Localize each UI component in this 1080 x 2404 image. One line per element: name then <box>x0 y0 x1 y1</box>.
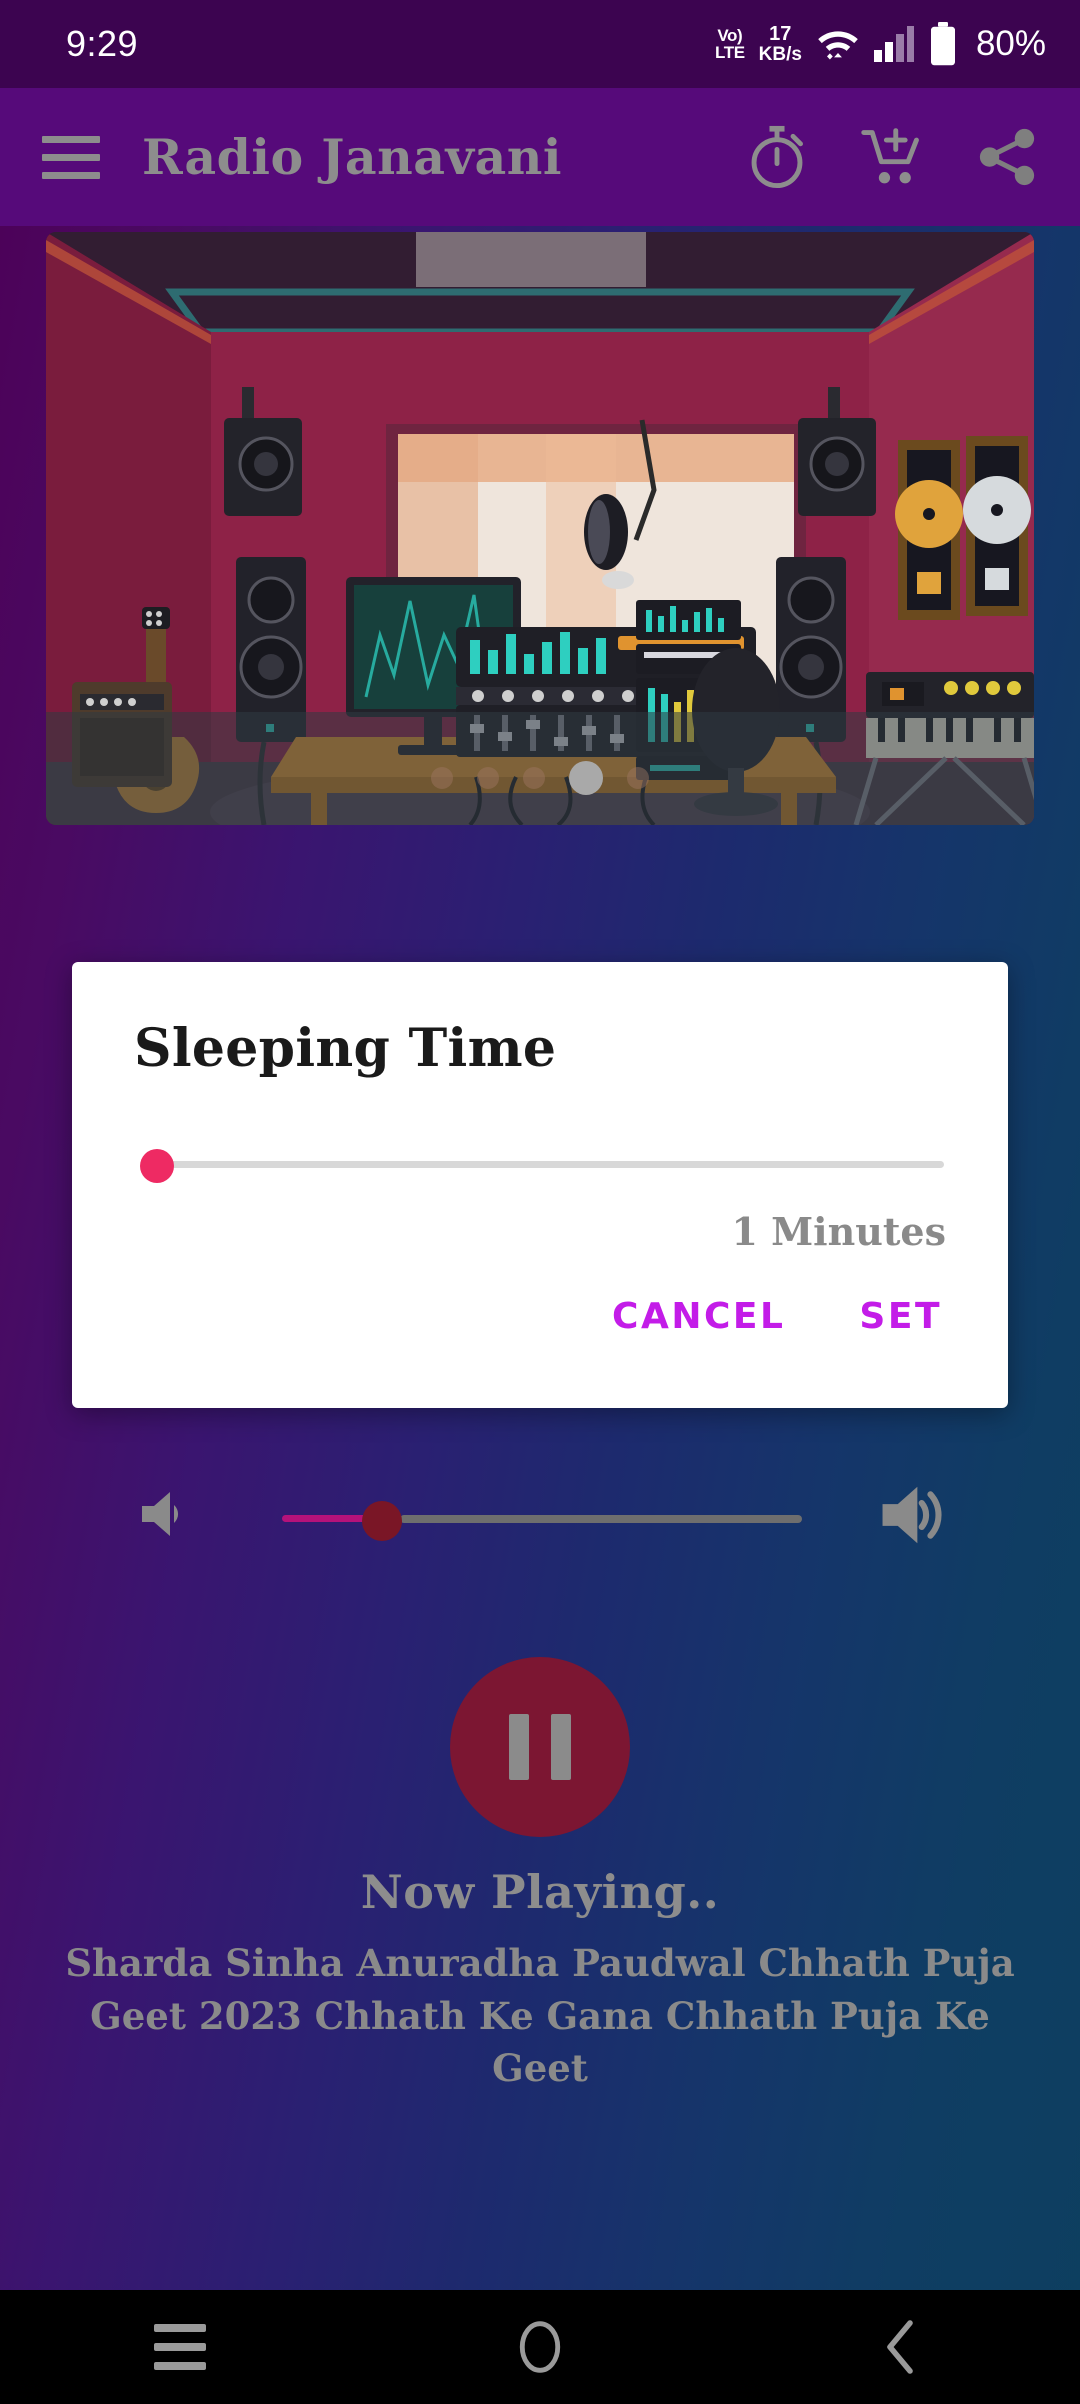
dialog-actions: CANCEL SET <box>134 1296 946 1337</box>
battery-icon <box>928 22 958 66</box>
now-playing-label: Now Playing.. <box>360 1865 720 1919</box>
carousel-dot[interactable] <box>477 767 499 789</box>
cancel-button[interactable]: CANCEL <box>612 1296 785 1337</box>
android-nav-bar <box>0 2290 1080 2404</box>
share-icon[interactable] <box>976 126 1038 188</box>
sleep-slider-track[interactable] <box>164 1161 944 1168</box>
carousel-dot[interactable] <box>523 767 545 789</box>
status-clock: 9:29 <box>66 23 139 64</box>
status-icons: Vo) LTE 17 KB/s 80% <box>715 22 1046 66</box>
hamburger-menu-icon[interactable] <box>42 135 100 179</box>
carousel-dot[interactable] <box>627 767 649 789</box>
app-screen: 9:29 Vo) LTE 17 KB/s 80% Radio Janavani … <box>0 0 1080 2404</box>
cellular-signal-icon <box>873 26 914 62</box>
network-speed-indicator: 17 KB/s <box>758 22 802 65</box>
recording-studio-illustration <box>46 232 1034 825</box>
pause-button[interactable] <box>450 1657 630 1837</box>
carousel-dots <box>46 761 1034 795</box>
sleep-timer-value: 1 Minutes <box>731 1209 946 1254</box>
now-playing-section: Now Playing.. Sharda Sinha Anuradha Paud… <box>0 1865 1080 2095</box>
status-bar: 9:29 Vo) LTE 17 KB/s 80% <box>0 0 1080 88</box>
volume-down-icon[interactable] <box>136 1486 196 1547</box>
recents-icon[interactable] <box>100 2290 260 2404</box>
stopwatch-timer-icon[interactable] <box>746 125 808 189</box>
volume-slider-thumb[interactable] <box>362 1501 402 1541</box>
app-bar: Radio Janavani <box>0 88 1080 226</box>
promo-banner-carousel[interactable] <box>46 232 1034 825</box>
sleeping-time-dialog: Sleeping Time 1 Minutes CANCEL SET <box>72 962 1008 1408</box>
pause-icon <box>551 1714 571 1780</box>
wifi-icon <box>816 26 860 62</box>
volume-slider[interactable] <box>282 1501 802 1541</box>
pause-icon <box>509 1714 529 1780</box>
dialog-title: Sleeping Time <box>134 1018 557 1079</box>
back-chevron-icon[interactable] <box>820 2290 980 2404</box>
now-playing-track-title: Sharda Sinha Anuradha Paudwal Chhath Puj… <box>65 1941 1015 2091</box>
app-bar-actions <box>746 125 1050 189</box>
volume-control-row <box>0 1478 1080 1558</box>
home-circle-icon[interactable] <box>460 2290 620 2404</box>
page-title: Radio Janavani <box>142 128 562 186</box>
add-to-cart-icon[interactable] <box>860 126 924 188</box>
carousel-dot-active[interactable] <box>569 761 603 795</box>
volte-icon: Vo) LTE <box>714 26 745 62</box>
carousel-dot[interactable] <box>431 767 453 789</box>
battery-percent: 80% <box>975 24 1046 63</box>
sleep-slider-thumb[interactable] <box>140 1149 174 1183</box>
set-button[interactable]: SET <box>859 1296 942 1337</box>
sleep-timer-slider[interactable] <box>134 1141 946 1185</box>
volume-up-icon[interactable] <box>876 1480 950 1555</box>
volume-slider-track[interactable] <box>400 1515 802 1523</box>
